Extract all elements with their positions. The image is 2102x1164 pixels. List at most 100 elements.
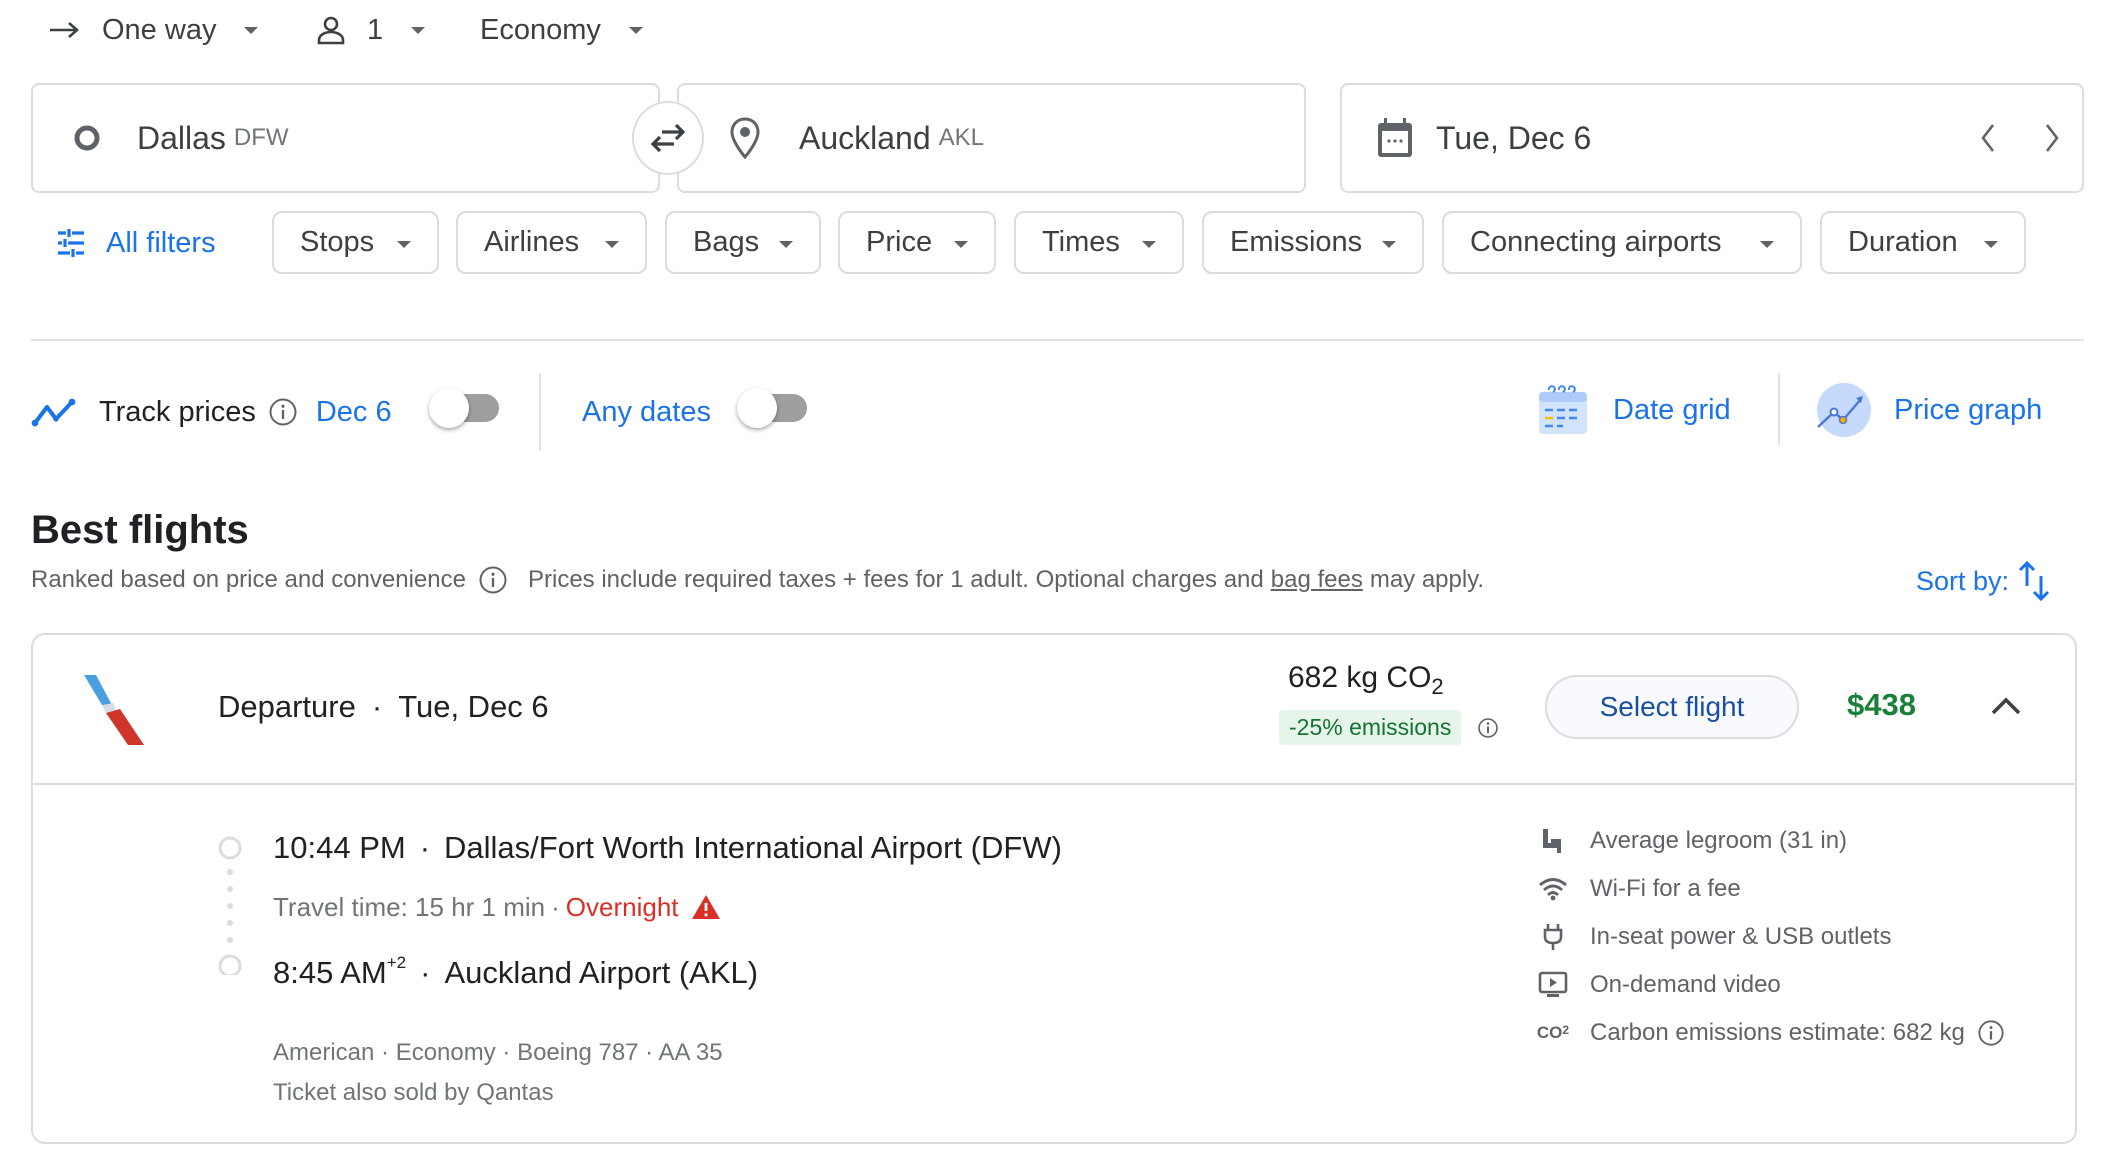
date-grid-label: Date grid: [1613, 393, 1731, 426]
filter-chip-connecting-airports[interactable]: Connecting airports: [1442, 211, 1802, 274]
amenity-wifi: Wi-Fi for a fee: [1536, 872, 1741, 906]
track-date-toggle[interactable]: [429, 388, 499, 428]
separator-dot: ·: [551, 891, 560, 922]
filter-chip-stops[interactable]: Stops: [272, 211, 439, 274]
trending-line-icon: [31, 398, 76, 427]
all-filters-label: All filters: [106, 226, 216, 259]
travel-time-row: Travel time: 15 hr 1 min · Overnight: [273, 889, 721, 925]
filter-chip-duration[interactable]: Duration: [1820, 211, 2026, 274]
chip-label: Connecting airports: [1470, 226, 1722, 258]
info-icon[interactable]: [1977, 1019, 2005, 1047]
origin-city: Dallas: [137, 119, 226, 156]
arrival-airport: Auckland Airport (AKL): [444, 955, 759, 990]
amenity-legroom: Average legroom (31 in): [1536, 824, 1847, 858]
caret-down-icon: [1382, 241, 1396, 248]
co2-icon: CO 2: [1536, 1023, 1570, 1042]
info-icon[interactable]: [1477, 717, 1499, 739]
timeline-icon: [218, 836, 242, 975]
collapse-chevron-up-icon[interactable]: [1989, 695, 2023, 717]
amenity-power: In-seat power & USB outlets: [1536, 920, 1891, 954]
amenity-video: On-demand video: [1536, 968, 1781, 1002]
filter-sliders-icon: [58, 229, 84, 257]
toggle-thumb: [429, 388, 469, 428]
swap-arrows-icon: [650, 123, 686, 153]
price-note: Prices include required taxes + fees for…: [527, 566, 1264, 593]
info-icon[interactable]: [478, 565, 508, 595]
amenity-label: Carbon emissions estimate: 682 kg: [1590, 1019, 1965, 1046]
select-flight-label: Select flight: [1599, 691, 1745, 722]
chip-label: Price: [866, 226, 933, 258]
chevron-left-icon: [1981, 124, 1995, 152]
video-icon: [1538, 971, 1568, 997]
previous-date-button[interactable]: [1978, 121, 1998, 160]
caret-down-icon: [1984, 241, 1998, 248]
caret-down-icon: [779, 241, 793, 248]
american-airlines-logo: [84, 675, 144, 745]
caret-down-icon: [1142, 241, 1156, 248]
passengers-count: 1: [367, 13, 384, 46]
flight-details: American · Economy · Boeing 787 · AA 35: [273, 1039, 723, 1066]
all-filters-button[interactable]: All filters: [56, 222, 216, 264]
arrival-day-offset: +2: [386, 953, 407, 972]
price-graph-icon: [1817, 383, 1871, 437]
travel-time: Travel time: 15 hr 1 min: [273, 891, 546, 922]
emissions-badge-row: -25% emissions: [1279, 710, 1499, 745]
filter-chip-airlines[interactable]: Airlines: [456, 211, 647, 274]
emissions-value: 682 kg CO: [1288, 661, 1432, 694]
sort-by-label: Sort by:: [1916, 565, 2010, 596]
filter-chip-times[interactable]: Times: [1014, 211, 1184, 274]
origin-field[interactable]: Dallas DFW: [31, 83, 660, 193]
amenity-label: Wi-Fi for a fee: [1590, 875, 1741, 902]
destination-code: AKL: [938, 124, 985, 151]
filter-chip-bags[interactable]: Bags: [665, 211, 821, 274]
flight-price: $438: [1847, 687, 1916, 722]
bag-fees-link[interactable]: bag fees: [1271, 566, 1363, 594]
date-field[interactable]: Tue, Dec 6: [1340, 83, 2084, 193]
caret-down-icon: [605, 241, 619, 248]
departure-date: Tue, Dec 6: [398, 689, 549, 724]
filter-chip-price[interactable]: Price: [838, 211, 996, 274]
filter-chip-emissions[interactable]: Emissions: [1202, 211, 1424, 274]
flight-card: Departure · Tue, Dec 6 682 kg CO2 -25% e…: [31, 633, 2077, 1144]
chip-label: Times: [1042, 226, 1120, 258]
section-divider: [31, 339, 2084, 341]
wifi-icon: [1539, 878, 1567, 901]
amenity-label: On-demand video: [1590, 971, 1781, 998]
emissions-badge: -25% emissions: [1279, 710, 1462, 745]
passengers-select[interactable]: 1: [315, 8, 426, 52]
chip-label: Stops: [300, 226, 375, 258]
chip-label: Bags: [693, 226, 760, 258]
info-icon[interactable]: [268, 397, 298, 427]
price-graph-label: Price graph: [1894, 393, 2043, 426]
card-header-divider: [33, 783, 2075, 785]
separator-dot: ·: [419, 830, 431, 865]
vertical-divider: [1778, 373, 1780, 445]
destination-city: Auckland: [799, 119, 931, 156]
amenity-co2: CO 2 Carbon emissions estimate: 682 kg: [1536, 1016, 2005, 1050]
swap-button[interactable]: [632, 101, 704, 175]
cabin-class-select[interactable]: Economy: [480, 8, 643, 52]
price-graph-button[interactable]: Price graph: [1812, 380, 2042, 440]
departure-airport: Dallas/Fort Worth International Airport …: [444, 830, 1062, 865]
emissions-subscript: 2: [1431, 674, 1444, 699]
results-notes: Ranked based on price and convenience Pr…: [31, 562, 1484, 598]
any-dates-label: Any dates: [582, 396, 711, 428]
destination-field[interactable]: Auckland AKL: [677, 83, 1306, 193]
track-prices-label: Track prices: [99, 395, 256, 428]
sort-arrows-icon: [2018, 560, 2050, 602]
departure-row: 10:44 PM · Dallas/Fort Worth Internation…: [273, 827, 1062, 869]
date-grid-icon: [1539, 385, 1587, 434]
person-icon: [317, 16, 345, 45]
location-pin-icon: [730, 117, 760, 159]
power-plug-icon: [1543, 924, 1563, 950]
caret-down-icon: [1760, 241, 1774, 248]
trip-type-select[interactable]: One way: [48, 8, 259, 52]
arrival-row: 8:45 AM +2 · Auckland Airport (AKL): [273, 951, 758, 995]
sort-by-button[interactable]: Sort by:: [1916, 560, 2051, 602]
date-grid-button[interactable]: Date grid: [1535, 380, 1731, 440]
select-flight-button[interactable]: Select flight: [1545, 675, 1799, 739]
origin-circle-icon: [74, 125, 100, 151]
amenity-label: In-seat power & USB outlets: [1590, 923, 1892, 950]
next-date-button[interactable]: [2042, 121, 2062, 160]
any-dates-toggle[interactable]: [737, 388, 807, 428]
